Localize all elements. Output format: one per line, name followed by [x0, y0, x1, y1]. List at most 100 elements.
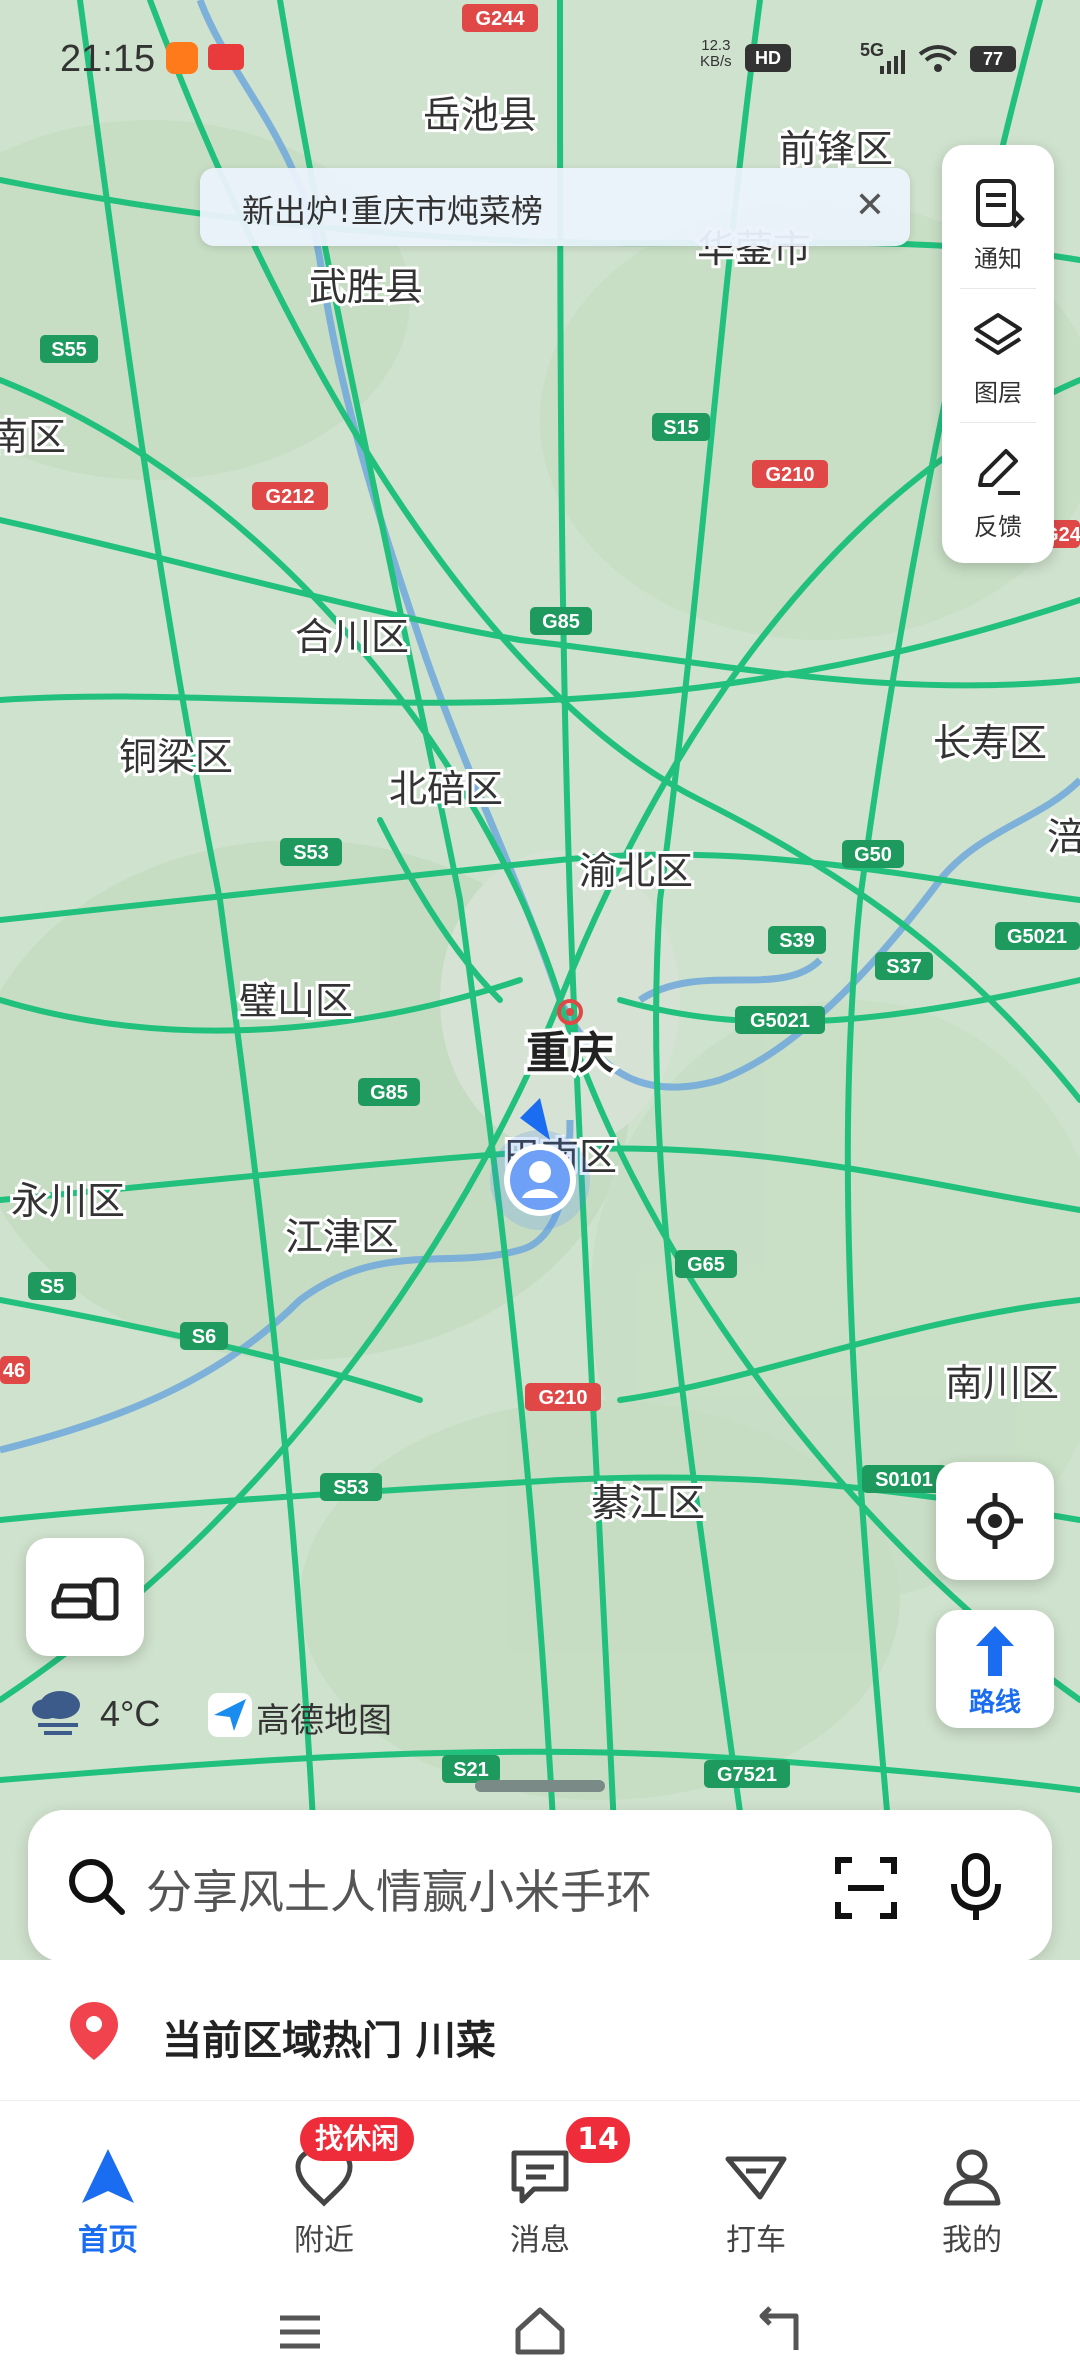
road-shield: G210	[752, 460, 828, 488]
road-shield: 46	[0, 1356, 30, 1384]
road-shield: S21	[442, 1755, 500, 1783]
tab-nearby-label: 附近	[294, 2223, 354, 2258]
layers-label: 图层	[974, 379, 1022, 407]
road-shield: S6	[180, 1322, 228, 1350]
amap-brand-label: 高德地图	[256, 1701, 392, 1741]
district-label: 渝北区	[579, 849, 693, 893]
route-arrow-icon	[976, 1626, 1014, 1676]
network-speed: 12.3 KB/s	[700, 38, 732, 70]
wifi-icon	[918, 45, 958, 72]
layers-button[interactable]: 图层	[942, 287, 1054, 419]
road-shield: G212	[252, 482, 328, 510]
battery-indicator: 77	[970, 46, 1016, 72]
hd-badge: HD	[745, 44, 791, 72]
tab-profile[interactable]: 我的	[864, 2101, 1080, 2281]
status-bar: 21:15 12.3 KB/s HD 5G 77	[0, 0, 1080, 110]
svg-text:S53: S53	[333, 1477, 369, 1499]
tab-taxi-label: 打车	[726, 2223, 786, 2258]
home-navigate-icon	[82, 2149, 134, 2203]
district-label: 北碚区	[389, 767, 503, 811]
divider	[960, 288, 1036, 289]
divider	[960, 422, 1036, 423]
tab-messages-label: 消息	[510, 2223, 570, 2258]
car-phone-icon	[51, 1577, 119, 1621]
home-icon[interactable]	[510, 2302, 570, 2362]
road-shield: G85	[530, 607, 592, 635]
network-speed-value: 12.3	[701, 37, 731, 54]
road-shield: S0101	[862, 1465, 947, 1493]
signal-bars-icon	[880, 50, 905, 74]
district-label: 璧山区	[239, 979, 353, 1023]
tab-messages[interactable]: 14 消息	[432, 2101, 648, 2281]
svg-text:S6: S6	[192, 1326, 216, 1348]
notification-label: 通知	[974, 245, 1022, 273]
weather-temperature: 4°C	[100, 1693, 161, 1734]
tab-profile-label: 我的	[942, 2223, 1002, 2258]
microphone-icon[interactable]	[946, 1852, 1006, 1922]
tab-nearby[interactable]: 找休闲 附近	[216, 2101, 432, 2281]
road-shield: G50	[842, 840, 904, 868]
tab-taxi[interactable]: 打车	[648, 2101, 864, 2281]
scan-icon[interactable]	[834, 1856, 898, 1920]
district-label: 綦江区	[591, 1481, 705, 1525]
bottom-tab-bar: 首页 找休闲 附近 14 消息 打车 我的	[0, 2100, 1080, 2281]
svg-text:S55: S55	[51, 339, 87, 361]
svg-text:G5021: G5021	[1007, 926, 1067, 948]
svg-text:S0101: S0101	[875, 1469, 933, 1491]
svg-text:S21: S21	[453, 1759, 489, 1781]
locate-button[interactable]	[936, 1462, 1054, 1580]
svg-text:S5: S5	[40, 1276, 64, 1298]
road-shield: S55	[40, 335, 98, 363]
hot-recommendation-text: 当前区域热门 川菜	[162, 2018, 496, 2064]
notification-button[interactable]: 通知	[942, 153, 1054, 285]
road-shield: S15	[652, 413, 710, 441]
search-bar[interactable]: 分享风土人情赢小米手环	[28, 1810, 1052, 1962]
menu-icon[interactable]	[270, 2302, 330, 2362]
search-placeholder: 分享风土人情赢小米手环	[146, 1865, 652, 1919]
district-label: 江津区	[285, 1215, 399, 1259]
svg-text:G65: G65	[687, 1254, 725, 1276]
user-icon	[943, 2149, 1001, 2206]
district-label: 永川区	[11, 1179, 125, 1223]
taxi-paper-plane-icon	[725, 2156, 787, 2200]
locate-icon	[967, 1493, 1023, 1549]
status-time: 21:15	[60, 38, 156, 80]
map-view[interactable]: G244 S55 G212 S15 G210 G85 S53 G50 S39 S…	[0, 0, 1080, 1960]
feedback-button[interactable]: 反馈	[942, 421, 1054, 553]
back-icon[interactable]	[750, 2302, 810, 2362]
route-button[interactable]: 路线	[936, 1610, 1054, 1728]
svg-text:46: 46	[3, 1360, 25, 1382]
svg-text:G5021: G5021	[750, 1010, 810, 1032]
close-icon[interactable]: ✕	[848, 184, 892, 228]
svg-text:G85: G85	[542, 611, 580, 633]
svg-text:G210: G210	[766, 464, 815, 486]
road-shield: G7521	[704, 1760, 790, 1788]
app-notification-icon	[166, 42, 198, 74]
network-speed-unit: KB/s	[700, 53, 732, 70]
layers-icon	[974, 313, 1022, 355]
road-shield: S5	[28, 1272, 76, 1300]
tab-home-label: 首页	[78, 2223, 138, 2258]
svg-text:S53: S53	[293, 842, 329, 864]
district-label: 合川区	[295, 615, 409, 659]
district-label: 南川区	[945, 1361, 1059, 1405]
road-shield: S37	[875, 952, 933, 980]
svg-text:S37: S37	[886, 956, 922, 978]
district-label: 铜梁区	[119, 735, 233, 779]
location-pin-icon	[70, 2002, 118, 2060]
toutiao-notification-icon	[208, 44, 244, 70]
sheet-drag-handle[interactable]	[475, 1780, 605, 1792]
svg-text:S39: S39	[779, 930, 815, 952]
hot-recommendation-row[interactable]: 当前区域热门 川菜	[0, 1960, 1080, 2100]
vehicle-button[interactable]	[26, 1538, 144, 1656]
edit-icon	[978, 449, 1020, 495]
nearby-badge: 找休闲	[300, 2117, 414, 2161]
tab-home[interactable]: 首页	[0, 2101, 216, 2281]
district-label: 武胜县	[309, 265, 423, 309]
svg-text:S15: S15	[663, 417, 699, 439]
weather-cloud-icon	[32, 1691, 80, 1735]
district-label: 前锋区	[779, 127, 893, 171]
city-label: 重庆	[526, 1028, 614, 1079]
svg-text:G212: G212	[266, 486, 315, 508]
promo-banner[interactable]: 新出炉!重庆市炖菜榜 ✕	[200, 168, 910, 246]
